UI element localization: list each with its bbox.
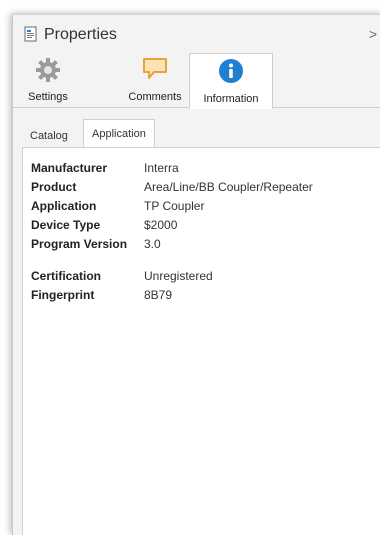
tab-comments-label: Comments <box>128 91 182 103</box>
property-key: Product <box>31 180 77 194</box>
property-value: Interra <box>144 161 179 175</box>
tab-catalog[interactable]: Catalog <box>22 125 76 147</box>
property-value: TP Coupler <box>144 199 205 213</box>
main-tab-bar: Settings Comments Information <box>13 53 380 109</box>
tab-settings-label: Settings <box>28 91 68 103</box>
property-value: Area/Line/BB Coupler/Repeater <box>144 180 313 194</box>
property-value: Unregistered <box>144 269 213 283</box>
tab-application[interactable]: Application <box>83 119 155 149</box>
tab-comments[interactable]: Comments <box>117 53 193 107</box>
property-value: 8B79 <box>144 288 173 302</box>
panel-header: Properties > <box>13 15 380 49</box>
property-key: Fingerprint <box>31 288 95 302</box>
property-key: Program Version <box>31 237 128 251</box>
properties-content: Manufacturer Interra Product Area/Line/B… <box>22 147 380 535</box>
properties-panel: Properties > Settings Comments Informati… <box>12 14 380 535</box>
document-icon <box>24 26 38 47</box>
comment-icon <box>142 57 168 84</box>
property-key: Certification <box>31 269 102 283</box>
panel-title: Properties <box>44 26 117 43</box>
chevron-right-icon[interactable]: > <box>369 26 377 42</box>
property-value: 3.0 <box>144 237 161 251</box>
info-icon <box>218 58 244 87</box>
gear-icon <box>35 57 61 86</box>
tab-settings[interactable]: Settings <box>13 53 83 107</box>
property-value: $2000 <box>144 218 178 232</box>
property-key: Application <box>31 199 97 213</box>
property-key: Manufacturer <box>31 161 108 175</box>
tab-information-label: Information <box>203 93 259 105</box>
property-key: Device Type <box>31 218 101 232</box>
tab-information[interactable]: Information <box>189 53 273 109</box>
sub-tab-bar: Catalog Application <box>22 119 380 149</box>
